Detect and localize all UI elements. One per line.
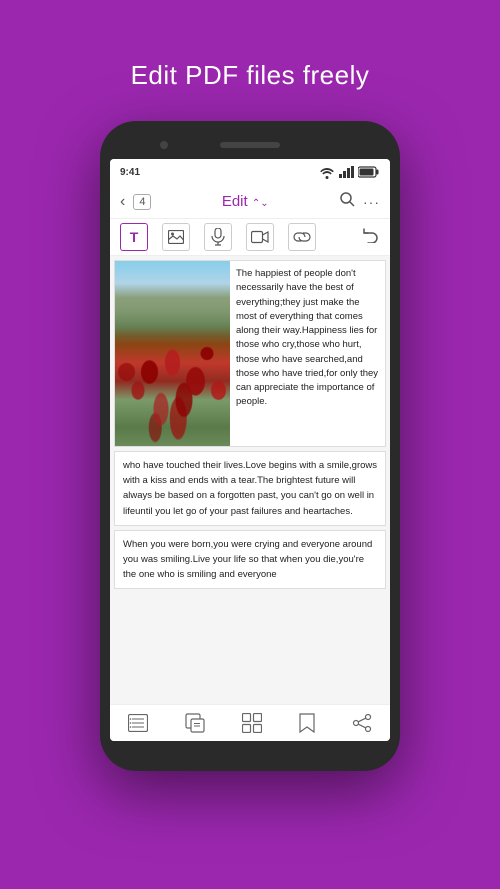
page-number-badge: 4 xyxy=(133,194,151,210)
back-button[interactable]: ‹ xyxy=(120,193,125,211)
pdf-content-area: The happiest of people don't necessarily… xyxy=(110,256,390,704)
signal-icon xyxy=(339,166,355,178)
link-tool-button[interactable] xyxy=(288,223,316,251)
search-icon xyxy=(339,191,355,207)
pdf-block-2[interactable]: who have touched their lives.Love begins… xyxy=(114,451,386,526)
search-button[interactable] xyxy=(339,191,355,212)
editing-toolbar: T xyxy=(110,219,390,256)
phone-speaker xyxy=(220,142,280,148)
mic-icon xyxy=(211,228,225,246)
image-tool-button[interactable] xyxy=(162,223,190,251)
phone-screen: 9:41 xyxy=(110,159,390,741)
battery-icon xyxy=(358,166,380,178)
mic-tool-button[interactable] xyxy=(204,223,232,251)
share-button[interactable] xyxy=(352,713,372,733)
bookmark-button[interactable] xyxy=(299,713,315,733)
video-icon xyxy=(251,230,269,244)
text-icon: T xyxy=(130,229,139,245)
grid-icon xyxy=(242,713,262,733)
pdf-text-1[interactable]: The happiest of people don't necessarily… xyxy=(230,261,385,446)
page-title: Edit PDF files freely xyxy=(131,60,370,91)
edit-button[interactable] xyxy=(185,713,205,733)
image-icon xyxy=(168,230,184,244)
bookmark-icon xyxy=(299,713,315,733)
phone-top xyxy=(110,131,390,159)
undo-button[interactable] xyxy=(362,227,380,248)
phone-bottom xyxy=(110,741,390,761)
share-icon xyxy=(352,713,372,733)
video-tool-button[interactable] xyxy=(246,223,274,251)
pdf-image xyxy=(115,261,230,446)
link-icon xyxy=(293,232,311,242)
list-icon xyxy=(128,714,148,732)
phone-shell: 9:41 xyxy=(100,121,400,771)
edit-icon xyxy=(185,713,205,733)
grid-view-button[interactable] xyxy=(242,713,262,733)
status-time: 9:41 xyxy=(120,167,140,178)
phone-camera xyxy=(160,141,168,149)
app-bar: ‹ 4 Edit ⌃⌄ ··· xyxy=(110,185,390,219)
more-options-button[interactable]: ··· xyxy=(363,194,380,210)
wifi-icon xyxy=(318,163,336,181)
status-icons xyxy=(318,163,380,181)
list-view-button[interactable] xyxy=(128,714,148,732)
bottom-navigation xyxy=(110,704,390,741)
status-bar: 9:41 xyxy=(110,159,390,185)
text-tool-button[interactable]: T xyxy=(120,223,148,251)
pdf-block-3[interactable]: When you were born,you were crying and e… xyxy=(114,530,386,590)
title-arrow-icon: ⌃⌄ xyxy=(252,198,269,209)
app-bar-title: Edit ⌃⌄ xyxy=(159,193,331,210)
pdf-block-1: The happiest of people don't necessarily… xyxy=(114,260,386,447)
undo-icon xyxy=(362,227,380,243)
